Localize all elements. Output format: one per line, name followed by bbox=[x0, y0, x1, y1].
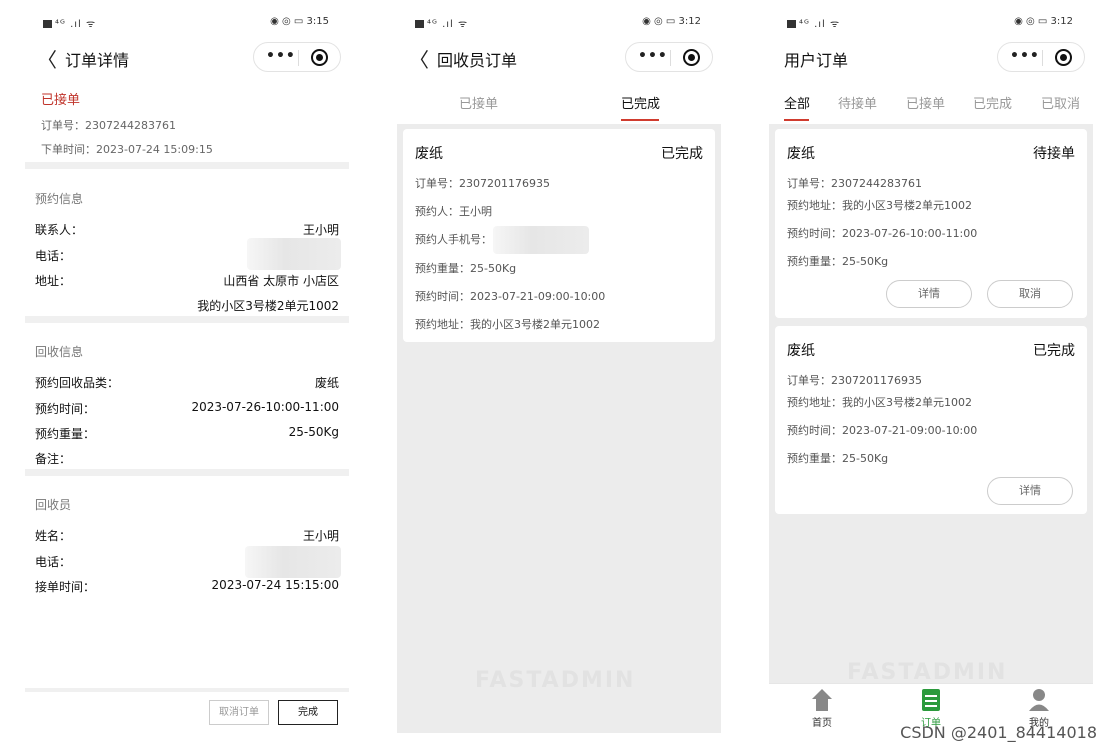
order-status: 已接单 bbox=[41, 93, 81, 108]
status-time: 3:12 bbox=[1050, 16, 1073, 27]
tab-completed[interactable]: 已完成 bbox=[973, 93, 1012, 112]
page-title: 回收员订单 bbox=[437, 51, 518, 70]
more-icon[interactable]: ••• bbox=[266, 48, 296, 64]
more-icon[interactable]: ••• bbox=[1010, 48, 1040, 64]
order-card[interactable]: 废纸 已完成 订单号：2307201176935 预约人：王小明 预约人手机号：… bbox=[403, 129, 715, 342]
alarm-icon: ◉ ◎ ▭ bbox=[1014, 16, 1051, 27]
status-bar: ⁴ᴳ .ıl ᯤ ◉ ◎ ▭ 3:12 bbox=[397, 14, 721, 32]
time-row: 预约时间： 2023-07-26-10:00-11:00 bbox=[35, 400, 339, 416]
redacted-phone bbox=[245, 546, 341, 578]
complete-button[interactable]: 完成 bbox=[278, 700, 338, 725]
collector-name-row: 姓名： 王小明 bbox=[35, 529, 339, 543]
signal-icon: ⁴ᴳ .ıl ᯤ bbox=[787, 16, 840, 30]
back-icon[interactable]: 〈 bbox=[37, 44, 57, 73]
user-icon bbox=[1028, 688, 1050, 712]
divider bbox=[25, 162, 349, 169]
tabbar-item-home[interactable]: 首页 bbox=[792, 688, 852, 729]
page-title: 用户订单 bbox=[784, 51, 849, 70]
tab-all[interactable]: 全部 bbox=[784, 93, 810, 112]
status-bar: ⁴ᴳ .ıl ᯤ ◉ ◎ ▭ 3:12 bbox=[769, 14, 1093, 32]
status-bar: ⁴ᴳ .ıl ᯤ ◉ ◎ ▭ 3:15 bbox=[25, 14, 349, 32]
signal-icon: ⁴ᴳ .ıl ᯤ bbox=[43, 16, 96, 30]
collector-section-title: 回收员 bbox=[35, 498, 72, 512]
order-list-icon bbox=[920, 688, 942, 712]
alarm-icon: ◉ ◎ ▭ bbox=[642, 16, 679, 27]
divider bbox=[25, 469, 349, 476]
card-status: 已完成 bbox=[1033, 343, 1075, 359]
back-icon[interactable]: 〈 bbox=[409, 44, 429, 73]
order-card[interactable]: 废纸 已完成 订单号：2307201176935 预约地址：我的小区3号楼2单元… bbox=[775, 326, 1087, 514]
cancel-button[interactable]: 取消 bbox=[987, 280, 1073, 308]
credit-watermark: CSDN @2401_84414018 bbox=[900, 723, 1097, 742]
tab-pending[interactable]: 待接单 bbox=[838, 93, 877, 112]
signal-icon: ⁴ᴳ .ıl ᯤ bbox=[415, 16, 468, 30]
card-title: 废纸 bbox=[415, 146, 443, 162]
recycle-section-title: 回收信息 bbox=[35, 345, 84, 359]
booking-section-title: 预约信息 bbox=[35, 192, 84, 206]
tab-accepted[interactable]: 已接单 bbox=[459, 93, 498, 112]
mini-program-capsule[interactable]: ••• bbox=[253, 42, 341, 72]
active-tab-indicator bbox=[784, 119, 809, 121]
detail-button[interactable]: 详情 bbox=[886, 280, 972, 308]
nav-bar: 用户订单 ••• bbox=[769, 40, 1093, 74]
address-row-2: 我的小区3号楼2单元1002 bbox=[197, 299, 339, 313]
more-icon[interactable]: ••• bbox=[638, 48, 668, 64]
redacted-phone bbox=[247, 238, 341, 270]
card-status: 待接单 bbox=[1033, 146, 1075, 162]
nav-bar: 〈 订单详情 ••• bbox=[25, 40, 349, 74]
close-miniprogram-icon[interactable] bbox=[311, 49, 328, 66]
watermark: FASTADMIN bbox=[847, 660, 1008, 685]
alarm-icon: ◉ ◎ ▭ bbox=[270, 16, 307, 27]
status-time: 3:12 bbox=[678, 16, 701, 27]
cancel-order-button[interactable]: 取消订单 bbox=[209, 700, 269, 725]
active-tab-indicator bbox=[621, 119, 659, 121]
category-row: 预约回收品类： 废纸 bbox=[35, 376, 339, 390]
mini-program-capsule[interactable]: ••• bbox=[625, 42, 713, 72]
remark-row: 备注： bbox=[35, 452, 72, 466]
divider bbox=[25, 316, 349, 323]
redacted-phone bbox=[493, 226, 589, 254]
weight-row: 预约重量： 25-50Kg bbox=[35, 425, 339, 441]
action-bar: 取消订单 完成 bbox=[25, 688, 349, 728]
close-miniprogram-icon[interactable] bbox=[683, 49, 700, 66]
tab-completed[interactable]: 已完成 bbox=[621, 93, 660, 112]
order-number: 订单号：2307244283761 bbox=[41, 119, 176, 132]
card-status: 已完成 bbox=[661, 146, 703, 162]
home-icon bbox=[811, 688, 833, 712]
status-time: 3:15 bbox=[306, 16, 329, 27]
collector-orders-screen: ⁴ᴳ .ıl ᯤ ◉ ◎ ▭ 3:12 〈 回收员订单 ••• 已接单 已完成 … bbox=[397, 0, 721, 733]
card-title: 废纸 bbox=[787, 146, 815, 162]
order-detail-screen: ⁴ᴳ .ıl ᯤ ◉ ◎ ▭ 3:15 〈 订单详情 ••• 已接单 订单号：2… bbox=[25, 0, 349, 752]
accept-time-row: 接单时间： 2023-07-24 15:15:00 bbox=[35, 578, 339, 594]
nav-bar: 〈 回收员订单 ••• bbox=[397, 40, 721, 74]
mini-program-capsule[interactable]: ••• bbox=[997, 42, 1085, 72]
card-title: 废纸 bbox=[787, 343, 815, 359]
watermark: FASTADMIN bbox=[475, 668, 636, 693]
order-time: 下单时间：2023-07-24 15:09:15 bbox=[41, 143, 213, 156]
tab-cancelled[interactable]: 已取消 bbox=[1041, 93, 1080, 112]
address-row: 地址： 山西省 太原市 小店区 bbox=[35, 274, 339, 288]
close-miniprogram-icon[interactable] bbox=[1055, 49, 1072, 66]
user-orders-screen: ⁴ᴳ .ıl ᯤ ◉ ◎ ▭ 3:12 用户订单 ••• 全部 待接单 已接单 … bbox=[769, 0, 1093, 733]
detail-button[interactable]: 详情 bbox=[987, 477, 1073, 505]
tab-accepted[interactable]: 已接单 bbox=[906, 93, 945, 112]
order-card[interactable]: 废纸 待接单 订单号：2307244283761 预约地址：我的小区3号楼2单元… bbox=[775, 129, 1087, 318]
page-title: 订单详情 bbox=[65, 51, 130, 70]
